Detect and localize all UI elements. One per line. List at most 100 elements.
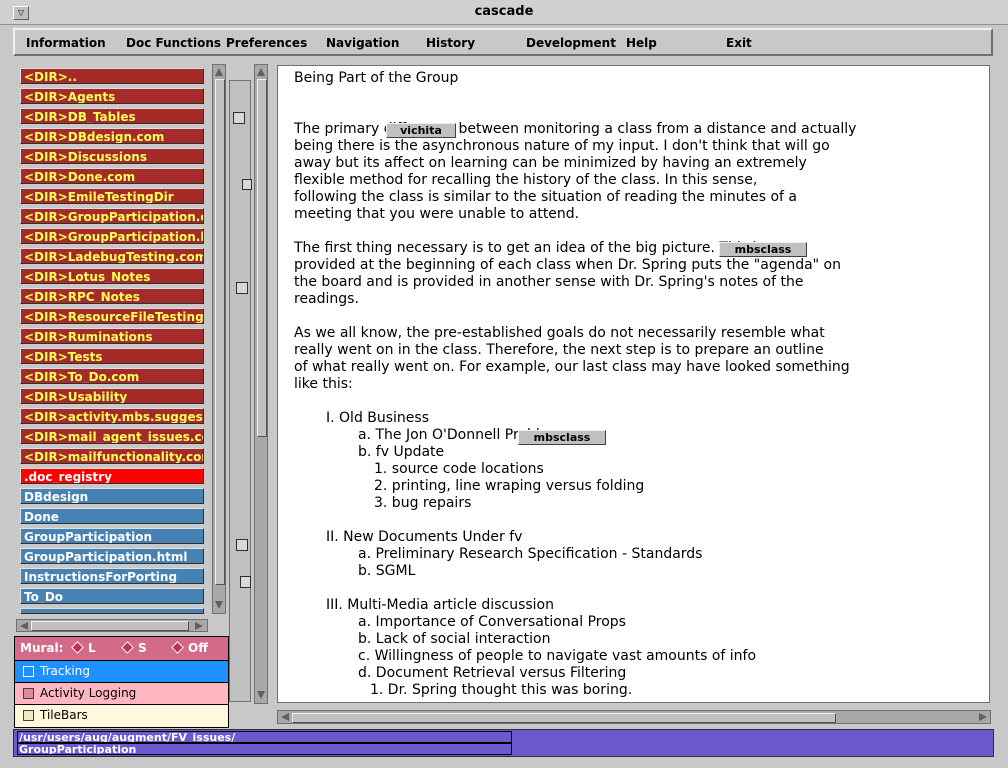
- diamond-radio-icon: [71, 641, 84, 654]
- scroll-right-icon[interactable]: [979, 713, 987, 721]
- list-item-selected[interactable]: .doc_registry: [20, 468, 204, 484]
- mural-marker[interactable]: [236, 282, 248, 294]
- document-heading: Being Part of the Group: [294, 70, 459, 86]
- list-item[interactable]: <DIR>Lotus_Notes: [20, 268, 204, 284]
- outline-item: 1. Dr. Spring thought this was boring.: [370, 682, 633, 698]
- scroll-left-icon[interactable]: [20, 622, 28, 630]
- scroll-thumb[interactable]: [257, 79, 267, 437]
- menu-help[interactable]: Help: [626, 36, 657, 50]
- paragraph-line: following the class is similar to the si…: [294, 189, 798, 205]
- outline-item: III. Multi-Media article discussion: [326, 597, 554, 613]
- list-item[interactable]: InstructionsForPorting: [20, 568, 204, 584]
- document-hscrollbar[interactable]: [277, 710, 991, 724]
- list-item[interactable]: Done: [20, 508, 204, 524]
- menu-exit[interactable]: Exit: [726, 36, 752, 50]
- scroll-right-icon[interactable]: [195, 622, 203, 630]
- document-vscrollbar[interactable]: [254, 64, 268, 704]
- tilebars-label: TileBars: [40, 708, 88, 722]
- scroll-down-icon[interactable]: [257, 691, 265, 699]
- mural-options-row: Mural: L S Off: [15, 637, 228, 660]
- list-item[interactable]: <DIR>Agents: [20, 88, 204, 104]
- list-item-partial[interactable]: [20, 608, 204, 614]
- list-item[interactable]: <DIR>Done.com: [20, 168, 204, 184]
- list-item[interactable]: <DIR>DBdesign.com: [20, 128, 204, 144]
- paragraph-line: the board and is provided in another sen…: [294, 274, 804, 290]
- list-item[interactable]: GroupParticipation: [20, 528, 204, 544]
- mural-controls: Mural: L S Off Tracking Activity Logging…: [14, 636, 229, 728]
- scroll-thumb[interactable]: [31, 621, 189, 631]
- mural-option-label: S: [138, 641, 147, 655]
- paragraph-line: of what really went on. For example, our…: [294, 359, 850, 375]
- paragraph-line: As we all know, the pre-established goal…: [294, 325, 825, 341]
- list-item[interactable]: <DIR>LadebugTesting.com: [20, 248, 204, 264]
- scroll-thumb[interactable]: [292, 713, 836, 723]
- file-list-hscrollbar[interactable]: [16, 619, 208, 632]
- menu-history[interactable]: History: [426, 36, 475, 50]
- outline-item: II. New Documents Under fv: [326, 529, 523, 545]
- mural-option-l[interactable]: L: [71, 641, 96, 655]
- scroll-down-icon[interactable]: [215, 601, 223, 609]
- scroll-up-icon[interactable]: [215, 68, 223, 76]
- list-item[interactable]: <DIR>DB_Tables: [20, 108, 204, 124]
- list-item[interactable]: GroupParticipation.html: [20, 548, 204, 564]
- mural-marker[interactable]: [236, 539, 248, 551]
- outline-item: 1. source code locations: [374, 461, 544, 477]
- paragraph-line: readings.: [294, 291, 359, 307]
- document-pane[interactable]: Being Part of the Group The primary diff…: [277, 65, 990, 703]
- tracking-toggle[interactable]: Tracking: [15, 660, 228, 682]
- list-item[interactable]: <DIR>GroupParticipation.com: [20, 208, 204, 224]
- mural-option-off[interactable]: Off: [171, 641, 208, 655]
- mural-strip[interactable]: [229, 80, 252, 702]
- window-title: cascade: [474, 4, 534, 19]
- menu-navigation[interactable]: Navigation: [326, 36, 399, 50]
- scroll-thumb[interactable]: [215, 79, 225, 585]
- list-item[interactable]: <DIR>Discussions: [20, 148, 204, 164]
- list-item[interactable]: <DIR>EmileTestingDir: [20, 188, 204, 204]
- list-item[interactable]: <DIR>RPC_Notes: [20, 288, 204, 304]
- list-item[interactable]: <DIR>GroupParticipation.html.c: [20, 228, 204, 244]
- mural-marker[interactable]: [242, 179, 252, 190]
- mural-option-label: L: [88, 641, 96, 655]
- paragraph-line: being there is the asynchronous nature o…: [294, 138, 830, 154]
- mural-marker[interactable]: [233, 112, 245, 124]
- list-item[interactable]: <DIR>To_Do.com: [20, 368, 204, 384]
- list-item[interactable]: <DIR>ResourceFileTesting.com: [20, 308, 204, 324]
- tilebars-toggle[interactable]: TileBars: [15, 704, 228, 727]
- list-item[interactable]: <DIR>mail_agent_issues.com: [20, 428, 204, 444]
- annotation-tag-button[interactable]: vichita: [386, 123, 456, 138]
- menu-doc-functions[interactable]: Doc Functions: [126, 36, 221, 50]
- annotation-tag-button[interactable]: mbsclass: [719, 242, 807, 257]
- status-filename: GroupParticipation: [17, 743, 512, 755]
- list-item[interactable]: DBdesign: [20, 488, 204, 504]
- mural-option-s[interactable]: S: [121, 641, 147, 655]
- status-path: /usr/users/aug/augment/FV_issues/: [17, 731, 512, 743]
- status-bar: /usr/users/aug/augment/FV_issues/ GroupP…: [13, 729, 994, 757]
- mural-marker[interactable]: [240, 576, 251, 588]
- paragraph-line: meeting that you were unable to attend.: [294, 206, 580, 222]
- activity-logging-toggle[interactable]: Activity Logging: [15, 682, 228, 704]
- scroll-left-icon[interactable]: [281, 713, 289, 721]
- menu-information[interactable]: Information: [26, 36, 106, 50]
- list-item[interactable]: <DIR>activity.mbs.suggestions: [20, 408, 204, 424]
- checkbox-icon: [23, 666, 34, 677]
- list-item[interactable]: To_Do: [20, 588, 204, 604]
- menu-development[interactable]: Development: [526, 36, 616, 50]
- file-list-vscrollbar[interactable]: [212, 64, 226, 614]
- file-list: <DIR>.. <DIR>Agents <DIR>DB_Tables <DIR>…: [16, 64, 208, 614]
- checkbox-icon: [23, 688, 34, 699]
- outline-item: I. Old Business: [326, 410, 430, 426]
- list-item[interactable]: <DIR>Tests: [20, 348, 204, 364]
- activity-logging-label: Activity Logging: [40, 686, 137, 700]
- mural-label: Mural:: [20, 641, 64, 655]
- menu-preferences[interactable]: Preferences: [226, 36, 307, 50]
- list-item[interactable]: <DIR>mailfunctionality.com: [20, 448, 204, 464]
- annotation-tag-button[interactable]: mbsclass: [518, 430, 606, 445]
- scroll-up-icon[interactable]: [257, 68, 265, 76]
- list-item[interactable]: <DIR>Usability: [20, 388, 204, 404]
- paragraph-line: The primary difference between monitorin…: [294, 121, 857, 137]
- list-item[interactable]: <DIR>..: [20, 68, 204, 84]
- outline-item: b. Lack of social interaction: [358, 631, 551, 647]
- list-item[interactable]: <DIR>Ruminations: [20, 328, 204, 344]
- outline-item: 2. printing, line wraping versus folding: [374, 478, 645, 494]
- outline-item: b. fv Update: [358, 444, 445, 460]
